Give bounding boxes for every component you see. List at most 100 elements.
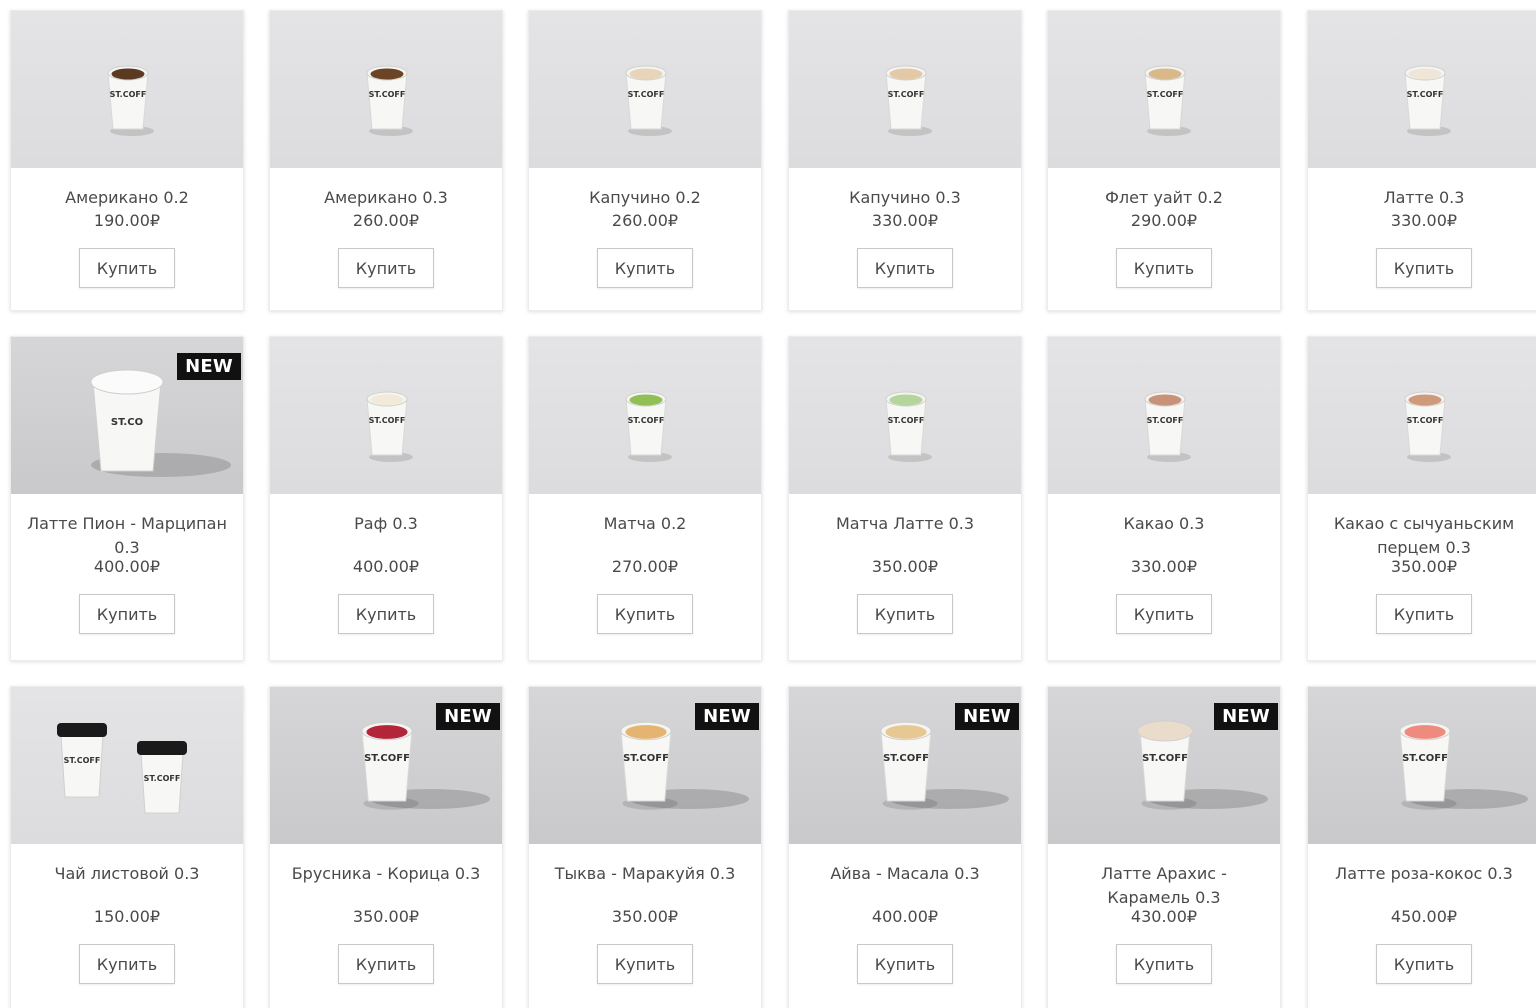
product-grid: ST.COFF Американо 0.2 190.00₽ Купить ST.COF… (0, 0, 1536, 1008)
product-price: 190.00₽ (93, 211, 161, 230)
product-card[interactable]: ST.COFF ST.COFF Чай листовой 0.3 150.00₽ К… (10, 686, 244, 1008)
product-photo[interactable]: ST.COFF (529, 337, 761, 494)
product-price: 260.00₽ (352, 211, 420, 230)
buy-button[interactable]: Купить (1116, 944, 1212, 984)
cup-icon: ST.COFF (625, 65, 672, 136)
product-photo[interactable]: ST.COFF NEW (789, 687, 1021, 844)
buy-button[interactable]: Купить (1376, 594, 1472, 634)
svg-text:ST.COFF: ST.COFF (1142, 753, 1188, 764)
cup-icon: ST.COFF (366, 391, 413, 462)
new-badge: NEW (695, 703, 759, 730)
buy-button[interactable]: Купить (1376, 944, 1472, 984)
product-price: 150.00₽ (93, 907, 161, 926)
product-photo[interactable]: ST.COFF (270, 337, 502, 494)
product-card[interactable]: ST.COFF Раф 0.3 400.00₽ Купить (269, 336, 503, 661)
svg-text:ST.COFF: ST.COFF (1407, 416, 1444, 425)
product-photo[interactable]: ST.COFF (1048, 337, 1280, 494)
product-photo[interactable]: ST.COFF NEW (270, 687, 502, 844)
product-photo[interactable]: ST.COFF (789, 11, 1021, 168)
product-card[interactable]: ST.COFF Какао 0.3 330.00₽ Купить (1047, 336, 1281, 661)
product-card[interactable]: ST.COFF Капучино 0.3 330.00₽ Купить (788, 10, 1022, 311)
buy-button[interactable]: Купить (1116, 248, 1212, 288)
svg-text:ST.COFF: ST.COFF (110, 90, 147, 99)
product-photo[interactable]: ST.COFF (529, 11, 761, 168)
svg-text:ST.COFF: ST.COFF (64, 756, 101, 765)
product-card[interactable]: ST.COFF Латте 0.3 330.00₽ Купить (1307, 10, 1536, 311)
product-photo[interactable]: ST.COFF (789, 337, 1021, 494)
product-photo[interactable]: ST.COFF (1308, 687, 1536, 844)
buy-button[interactable]: Купить (79, 944, 175, 984)
svg-text:ST.COFF: ST.COFF (1147, 416, 1184, 425)
svg-text:ST.COFF: ST.COFF (888, 416, 925, 425)
product-card[interactable]: ST.COFF NEW Брусника - Корица 0.3 350.00₽ К… (269, 686, 503, 1008)
product-price: 330.00₽ (1390, 211, 1458, 230)
svg-text:ST.COFF: ST.COFF (144, 774, 181, 783)
product-card[interactable]: ST.COFF Латте роза-кокос 0.3 450.00₽ Купит… (1307, 686, 1536, 1008)
product-photo[interactable]: ST.COFF (11, 11, 243, 168)
product-title[interactable]: Флет уайт 0.2 (1048, 168, 1280, 216)
cup-icon: ST.COFF (1404, 391, 1451, 462)
product-card[interactable]: ST.COFF Американо 0.3 260.00₽ Купить (269, 10, 503, 311)
product-title[interactable]: Капучино 0.3 (789, 168, 1021, 216)
product-photo[interactable]: ST.COFF (1308, 11, 1536, 168)
product-price: 350.00₽ (352, 907, 420, 926)
buy-button[interactable]: Купить (338, 594, 434, 634)
buy-button[interactable]: Купить (1116, 594, 1212, 634)
buy-button[interactable]: Купить (857, 248, 953, 288)
buy-button[interactable]: Купить (597, 594, 693, 634)
cup-icon: ST.COFF (1137, 720, 1268, 810)
product-card[interactable]: ST.COFF NEW Айва - Масала 0.3 400.00₽ Купит… (788, 686, 1022, 1008)
cup-icon: ST.COFF (366, 65, 413, 136)
product-title[interactable]: Американо 0.2 (11, 168, 243, 216)
new-badge: NEW (955, 703, 1019, 730)
svg-text:ST.COFF: ST.COFF (1402, 753, 1448, 764)
cup-icon: ST.COFF (885, 65, 932, 136)
product-card[interactable]: ST.COFF Матча Латте 0.3 350.00₽ Купить (788, 336, 1022, 661)
buy-button[interactable]: Купить (79, 594, 175, 634)
svg-text:ST.COFF: ST.COFF (628, 90, 665, 99)
cup-icon: ST.COFF (1404, 65, 1451, 136)
cup-icon: ST.COFF ST.COFF (57, 723, 187, 814)
product-price: 330.00₽ (871, 211, 939, 230)
buy-button[interactable]: Купить (79, 248, 175, 288)
product-card[interactable]: ST.COFF Какао с сычуаньским перцем 0.3 350… (1307, 336, 1536, 661)
product-photo[interactable]: ST.COFF (1048, 11, 1280, 168)
new-badge: NEW (436, 703, 500, 730)
buy-button[interactable]: Купить (338, 248, 434, 288)
product-card[interactable]: ST.CO NEW Латте Пион - Марципан 0.3 400.00… (10, 336, 244, 661)
product-price: 290.00₽ (1130, 211, 1198, 230)
svg-text:ST.COFF: ST.COFF (369, 416, 406, 425)
cup-icon: ST.COFF (880, 721, 1009, 810)
buy-button[interactable]: Купить (597, 248, 693, 288)
product-title[interactable]: Американо 0.3 (270, 168, 502, 216)
product-photo[interactable]: ST.CO NEW (11, 337, 243, 494)
product-card[interactable]: ST.COFF NEW Тыква - Маракуйя 0.3 350.00₽ Ку… (528, 686, 762, 1008)
cup-icon: ST.COFF (625, 391, 672, 462)
product-photo[interactable]: ST.COFF ST.COFF (11, 687, 243, 844)
svg-text:ST.COFF: ST.COFF (888, 90, 925, 99)
buy-button[interactable]: Купить (338, 944, 434, 984)
product-title[interactable]: Капучино 0.2 (529, 168, 761, 216)
product-card[interactable]: ST.COFF Флет уайт 0.2 290.00₽ Купить (1047, 10, 1281, 311)
product-card[interactable]: ST.COFF Капучино 0.2 260.00₽ Купить (528, 10, 762, 311)
svg-text:ST.COFF: ST.COFF (628, 416, 665, 425)
product-price: 330.00₽ (1130, 557, 1198, 576)
svg-text:ST.COFF: ST.COFF (883, 753, 929, 764)
buy-button[interactable]: Купить (857, 594, 953, 634)
cup-icon: ST.COFF (361, 721, 490, 810)
cup-icon: ST.COFF (1399, 721, 1528, 810)
product-photo[interactable]: ST.COFF NEW (529, 687, 761, 844)
product-card[interactable]: ST.COFF Американо 0.2 190.00₽ Купить (10, 10, 244, 311)
product-card[interactable]: ST.COFF Матча 0.2 270.00₽ Купить (528, 336, 762, 661)
product-photo[interactable]: ST.COFF (270, 11, 502, 168)
buy-button[interactable]: Купить (857, 944, 953, 984)
product-price: 350.00₽ (611, 907, 679, 926)
cup-icon: ST.COFF (885, 391, 932, 462)
product-photo[interactable]: ST.COFF NEW (1048, 687, 1280, 844)
buy-button[interactable]: Купить (1376, 248, 1472, 288)
buy-button[interactable]: Купить (597, 944, 693, 984)
svg-text:ST.COFF: ST.COFF (1407, 90, 1444, 99)
product-title[interactable]: Латте 0.3 (1308, 168, 1536, 216)
product-photo[interactable]: ST.COFF (1308, 337, 1536, 494)
product-card[interactable]: ST.COFF NEW Латте Арахис - Карамель 0.3 43… (1047, 686, 1281, 1008)
